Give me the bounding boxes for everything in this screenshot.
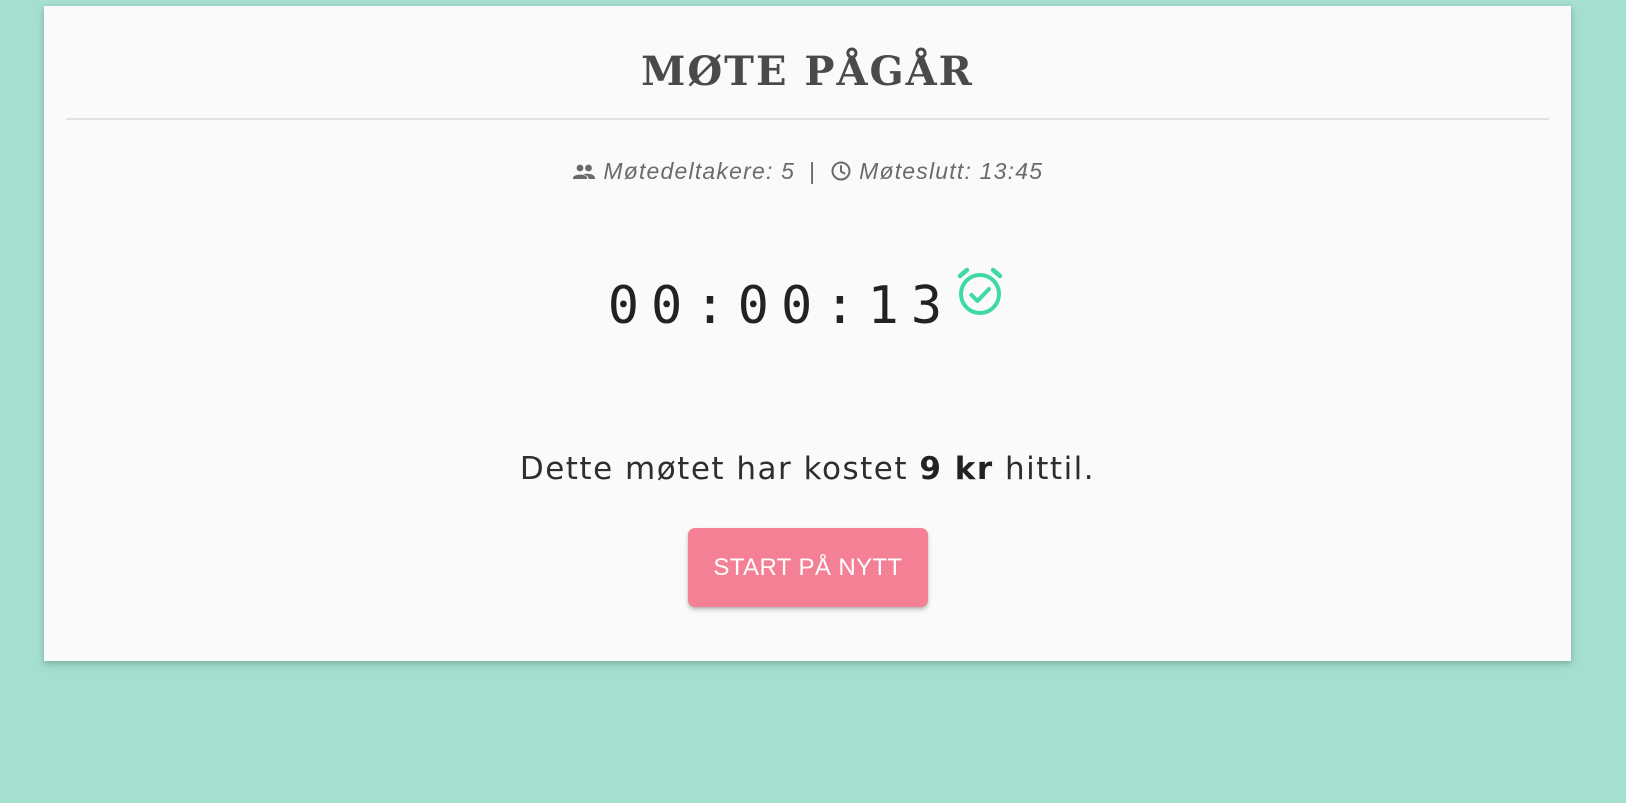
meeting-info: Møtedeltakere: 5 | Møteslutt: 13:45	[44, 154, 1571, 191]
title-divider	[66, 118, 1549, 120]
cost-prefix: Dette møtet har kostet	[519, 451, 920, 487]
cost-suffix: hittil.	[993, 451, 1096, 487]
alarm-check-icon	[953, 264, 1007, 347]
participants-count: Møtedeltakere: 5	[603, 158, 796, 184]
people-icon	[572, 157, 596, 191]
timer-row: 00:00:13	[44, 264, 1571, 336]
meta-separator: |	[808, 158, 816, 184]
meeting-card: MØTE PÅGÅR Møtedeltakere: 5 | Møteslutt:…	[44, 6, 1571, 661]
elapsed-timer: 00:00:13	[607, 275, 955, 336]
page-title: MØTE PÅGÅR	[641, 48, 974, 95]
cost-message: Dette møtet har kostet 9 kr hittil.	[44, 449, 1571, 489]
clock-icon	[830, 157, 852, 191]
restart-button[interactable]: START PÅ NYTT	[688, 528, 928, 607]
meeting-end-time: Møteslutt: 13:45	[859, 158, 1044, 184]
cost-amount: 9 kr	[919, 451, 994, 487]
